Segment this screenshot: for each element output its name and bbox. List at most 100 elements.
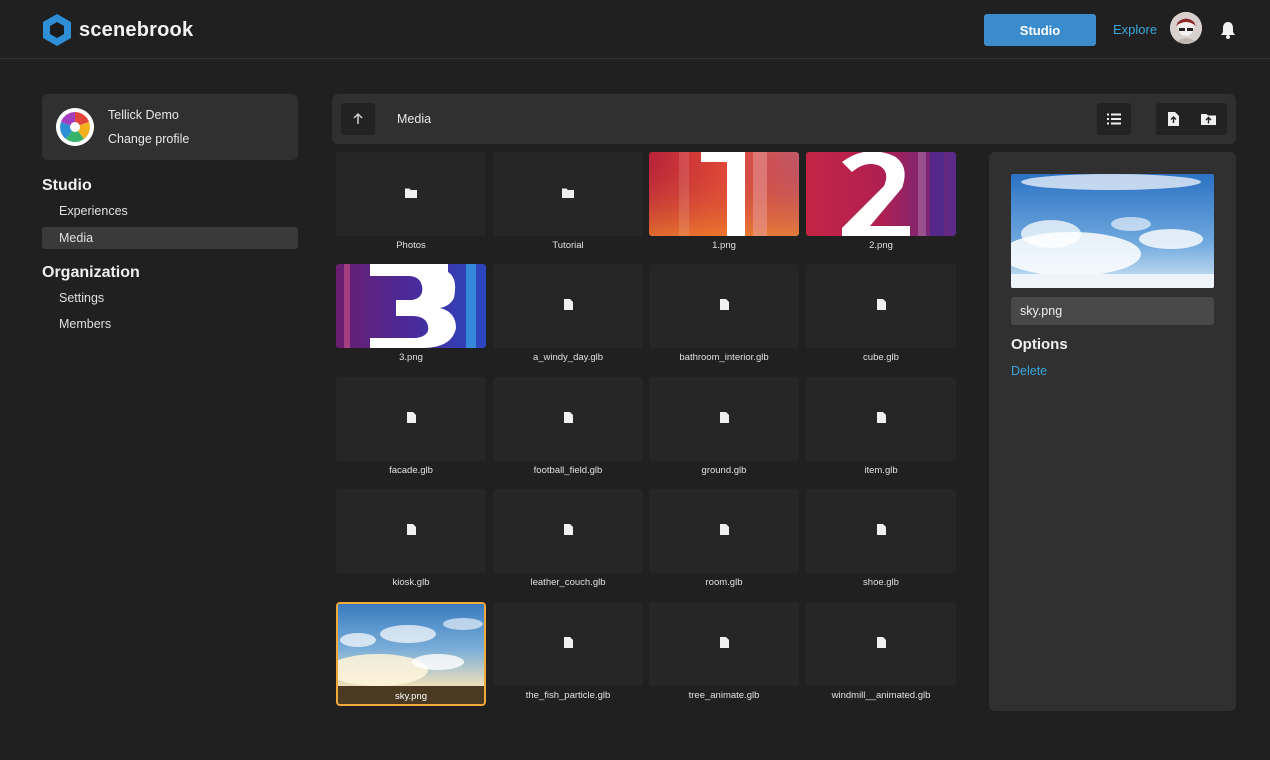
media-thumbnail [649,152,799,236]
bell-icon[interactable] [1218,20,1238,40]
media-tile-label: shoe.glb [863,577,899,588]
media-tile[interactable]: windmill__animated.glb [806,602,956,706]
media-thumbnail [649,264,799,348]
media-tile-label: windmill__animated.glb [831,690,931,701]
profile-name: Tellick Demo [108,108,179,122]
delete-link[interactable]: Delete [1011,364,1047,378]
file-icon [719,522,729,540]
brand-logo[interactable]: scenebrook [41,13,193,47]
image-thumbnail [649,152,799,236]
media-thumbnail [806,152,956,236]
media-tile-label: ground.glb [701,465,747,476]
media-tile[interactable]: item.glb [806,377,956,481]
file-icon [563,297,573,315]
media-thumbnail [493,489,643,573]
media-tile-label: Photos [396,240,426,251]
media-tile-label: bathroom_interior.glb [679,352,769,363]
profile-card: Tellick Demo Change profile [42,94,298,160]
file-icon [876,522,886,540]
media-tile[interactable]: Photos [336,152,486,256]
user-avatar[interactable] [1170,12,1202,44]
media-tile[interactable]: 2.png [806,152,956,256]
brand-name: scenebrook [79,18,194,41]
media-tile-label: kiosk.glb [392,577,430,588]
sidebar-item-members[interactable]: Members [42,313,298,335]
media-tile[interactable]: shoe.glb [806,489,956,593]
upload-actions [1156,103,1227,135]
avatar-image-icon [1170,12,1202,44]
upload-file-button[interactable] [1156,103,1191,135]
media-tile[interactable]: leather_couch.glb [493,489,643,593]
media-tile[interactable]: ground.glb [649,377,799,481]
media-toolbar: Media [332,94,1236,144]
media-thumbnail [336,264,486,348]
media-thumbnail [649,602,799,686]
file-icon [406,410,416,428]
media-tile-label: the_fish_particle.glb [525,690,611,701]
media-tile-label: 1.png [712,240,736,251]
flower-logo-icon [56,108,94,146]
media-tile[interactable]: cube.glb [806,264,956,368]
section-title-organization: Organization [42,264,140,281]
media-thumbnail [336,489,486,573]
list-icon [1107,113,1121,125]
explore-link[interactable]: Explore [1113,22,1157,37]
media-thumbnail [806,602,956,686]
sidebar-item-media[interactable]: Media [42,227,298,249]
media-tile[interactable]: football_field.glb [493,377,643,481]
media-thumbnail [649,377,799,461]
media-tile[interactable]: bathroom_interior.glb [649,264,799,368]
options-heading: Options [1011,336,1068,353]
media-tile-label: room.glb [705,577,743,588]
file-icon [563,522,573,540]
file-icon [406,522,416,540]
media-tile-label: 2.png [869,240,893,251]
media-tile[interactable]: a_windy_day.glb [493,264,643,368]
file-upload-icon [1168,112,1179,126]
hexagon-logo-icon [43,14,71,46]
file-icon [719,410,729,428]
media-tile[interactable]: the_fish_particle.glb [493,602,643,706]
media-tile[interactable]: tree_animate.glb [649,602,799,706]
media-thumbnail [493,377,643,461]
sidebar-item-settings[interactable]: Settings [42,287,298,309]
media-thumbnail [493,602,643,686]
media-tile[interactable]: room.glb [649,489,799,593]
change-profile-link[interactable]: Change profile [108,132,189,146]
media-tile[interactable]: facade.glb [336,377,486,481]
media-thumbnail [806,264,956,348]
media-tile-label: cube.glb [863,352,899,363]
sky-preview-image [1011,174,1214,288]
sidebar-item-experiences[interactable]: Experiences [42,200,298,222]
file-preview [1011,174,1214,288]
media-tile-label: item.glb [864,465,898,476]
media-tile[interactable]: kiosk.glb [336,489,486,593]
media-tile-label: sky.png [394,691,428,702]
upload-folder-button[interactable] [1191,103,1226,135]
studio-button[interactable]: Studio [984,14,1096,46]
media-tile[interactable]: sky.png [336,602,486,706]
go-up-button[interactable] [341,103,375,135]
folder-icon [562,185,574,203]
top-bar: scenebrook Studio Explore [0,0,1270,59]
media-thumbnail [336,377,486,461]
current-folder-title: Media [397,112,432,126]
image-thumbnail [338,604,484,686]
folder-upload-icon [1201,114,1216,125]
list-view-button[interactable] [1097,103,1131,135]
media-tile-label: tree_animate.glb [688,690,760,701]
media-tile-label: Tutorial [552,240,584,251]
media-tile-label: football_field.glb [533,465,603,476]
media-tile[interactable]: 1.png [649,152,799,256]
media-thumbnail [649,489,799,573]
media-thumbnail [806,377,956,461]
filename-input[interactable] [1011,297,1214,325]
media-tile[interactable]: 3.png [336,264,486,368]
details-panel: Options Delete [989,152,1236,711]
image-thumbnail [806,152,956,236]
file-icon [876,297,886,315]
file-icon [876,635,886,653]
file-icon [563,410,573,428]
media-tile[interactable]: Tutorial [493,152,643,256]
file-icon [719,635,729,653]
